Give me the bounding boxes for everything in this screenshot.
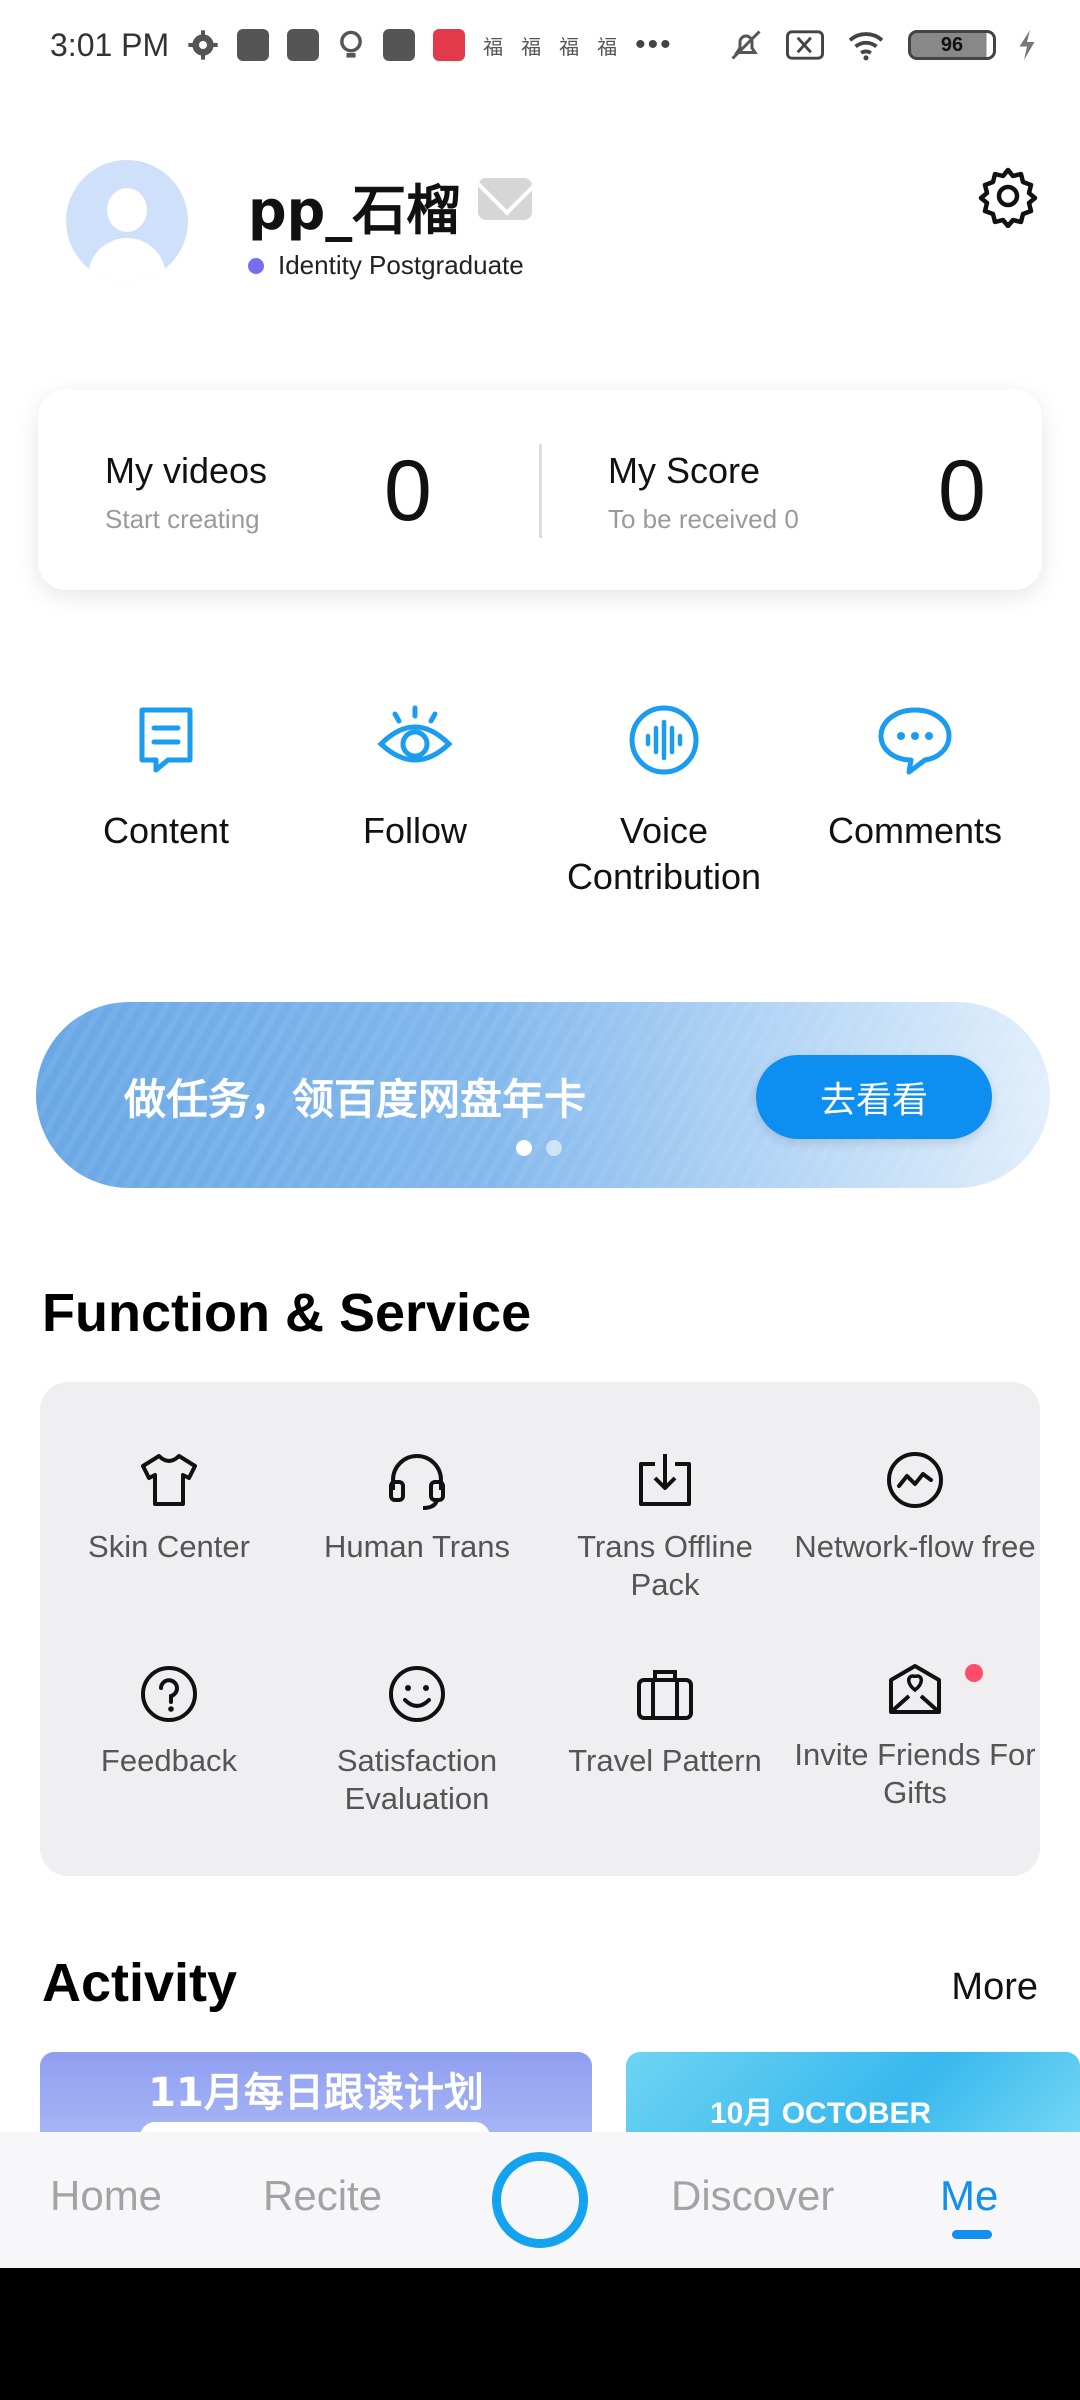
status-left-icons: 福 福 福 福 •••	[187, 28, 673, 62]
fu-icon: 福	[483, 34, 504, 59]
my-score-count: 0	[938, 443, 986, 539]
function-label: Network-flow free	[794, 1529, 1036, 1564]
identity-dot	[248, 257, 264, 274]
status-time: 3:01 PM	[50, 26, 170, 63]
avatar-body	[88, 238, 166, 282]
feedback-item[interactable]: Feedback	[44, 1664, 294, 1780]
my-videos-subtitle: Start creating	[105, 504, 260, 534]
function-label: Feedback	[100, 1743, 238, 1778]
quick-action-content[interactable]: Content	[41, 700, 291, 854]
my-score-stat[interactable]: My Score To be received 0 0	[542, 390, 1042, 590]
fu-icon: 福	[521, 34, 542, 59]
function-service-title: Function & Service	[42, 1283, 532, 1343]
banner-dot	[546, 1140, 562, 1156]
nav-active-indicator	[952, 2230, 992, 2239]
settings-gear-icon	[188, 30, 218, 60]
banner-dot-active	[516, 1140, 532, 1156]
activity-card-title: 10月 OCTOBER	[710, 2097, 932, 2130]
quick-action-label: Content	[102, 810, 230, 851]
wifi-icon	[848, 32, 884, 61]
gift-envelope-icon	[889, 1664, 941, 1714]
tshirt-icon	[141, 1454, 197, 1506]
human-trans-item[interactable]: Human Trans	[292, 1450, 542, 1566]
charging-icon	[1019, 30, 1035, 60]
wave-circle-icon	[887, 1452, 943, 1508]
download-icon	[639, 1454, 691, 1506]
trans-offline-pack-item[interactable]: Trans Offline Pack	[540, 1450, 790, 1604]
quick-action-label: Voice Contribution	[566, 810, 762, 897]
banner-text: 做任务，领百度网盘年卡	[124, 1075, 587, 1124]
bottom-nav: Home Recite Discover Me	[0, 2132, 1080, 2268]
bulb-icon	[340, 30, 363, 58]
voice-wave-icon	[629, 705, 699, 775]
status-right-icons: 96	[728, 27, 1036, 63]
banner-go-button[interactable]: 去看看	[756, 1055, 992, 1139]
suitcase-icon	[637, 1670, 693, 1720]
battery-icon: 96	[908, 30, 996, 60]
app-icon	[433, 29, 466, 61]
activity-card-reading-plan[interactable]: 11月每日跟读计划	[40, 2052, 592, 2132]
new-badge-dot	[965, 1664, 983, 1682]
mail-icon[interactable]	[478, 178, 532, 220]
nav-home[interactable]: Home	[50, 2172, 162, 2220]
nav-me[interactable]: Me	[940, 2172, 998, 2220]
nav-discover[interactable]: Discover	[671, 2172, 834, 2220]
question-icon	[383, 29, 416, 61]
activity-card-title: 11月每日跟读计划	[148, 2070, 484, 2116]
activity-card-pill	[140, 2122, 490, 2132]
headset-icon	[389, 1454, 445, 1510]
my-videos-stat[interactable]: My videos Start creating 0	[38, 390, 538, 590]
smiley-icon	[389, 1666, 445, 1722]
banner-pagination	[516, 1140, 562, 1156]
my-score-subtitle: To be received 0	[608, 504, 799, 534]
quick-action-follow[interactable]: Follow	[290, 700, 540, 854]
settings-icon[interactable]	[976, 164, 1040, 228]
identity-badge[interactable]: Identity Postgraduate	[248, 250, 524, 281]
my-videos-title: My videos	[105, 450, 268, 491]
quick-action-label: Comments	[827, 810, 1003, 851]
travel-pattern-item[interactable]: Travel Pattern	[540, 1664, 790, 1780]
my-videos-count: 0	[384, 443, 432, 539]
quick-action-label: Follow	[362, 810, 468, 851]
function-label: Satisfaction Evaluation	[336, 1743, 498, 1816]
more-dots-icon: •••	[635, 28, 673, 61]
nav-recite[interactable]: Recite	[263, 2172, 382, 2220]
activity-title: Activity	[42, 1953, 238, 2013]
activity-card-october[interactable]: 10月 OCTOBER	[626, 2052, 1080, 2132]
question-circle-icon	[141, 1666, 197, 1722]
status-bar: 3:01 PM 福 福 福 福 ••• 96	[0, 0, 1080, 90]
function-label: Invite Friends For Gifts	[794, 1737, 1036, 1810]
skin-center-item[interactable]: Skin Center	[44, 1450, 294, 1566]
eye-icon	[377, 705, 453, 763]
assistant-ring-button[interactable]	[492, 2152, 588, 2248]
activity-more-link[interactable]: More	[951, 1966, 1038, 2009]
function-label: Trans Offline Pack	[577, 1529, 753, 1602]
mi-store-icon	[237, 29, 270, 61]
fu-icon: 福	[597, 34, 618, 59]
battery-level: 96	[940, 33, 964, 56]
identity-label: Identity Postgraduate	[278, 250, 524, 280]
function-label: Skin Center	[88, 1529, 250, 1564]
function-label: Human Trans	[323, 1529, 511, 1564]
system-gesture-bar	[0, 2268, 1080, 2400]
promo-banner[interactable]: 做任务，领百度网盘年卡 去看看	[36, 1002, 1050, 1188]
stats-card: My videos Start creating 0 My Score To b…	[38, 390, 1042, 590]
quick-action-comments[interactable]: Comments	[790, 700, 1040, 854]
network-flow-free-item[interactable]: Network-flow free	[790, 1450, 1040, 1566]
chat-bubble-icon	[878, 707, 952, 775]
close-box-icon	[786, 30, 824, 60]
fu-icon: 福	[559, 34, 580, 59]
quick-action-voice-contribution[interactable]: Voice Contribution	[539, 700, 789, 900]
avatar-head	[107, 188, 147, 232]
my-score-title: My Score	[608, 450, 761, 491]
function-label: Travel Pattern	[568, 1743, 762, 1778]
mi-store-icon	[287, 29, 320, 61]
satisfaction-evaluation-item[interactable]: Satisfaction Evaluation	[292, 1664, 542, 1818]
invite-friends-item[interactable]: Invite Friends For Gifts	[790, 1658, 1040, 1812]
avatar[interactable]	[66, 160, 188, 282]
content-doc-icon	[139, 707, 193, 773]
username[interactable]: pp_石榴	[248, 166, 460, 245]
function-service-panel: Skin Center Human Trans Trans Offline Pa…	[40, 1382, 1040, 1876]
mute-icon	[731, 30, 761, 60]
